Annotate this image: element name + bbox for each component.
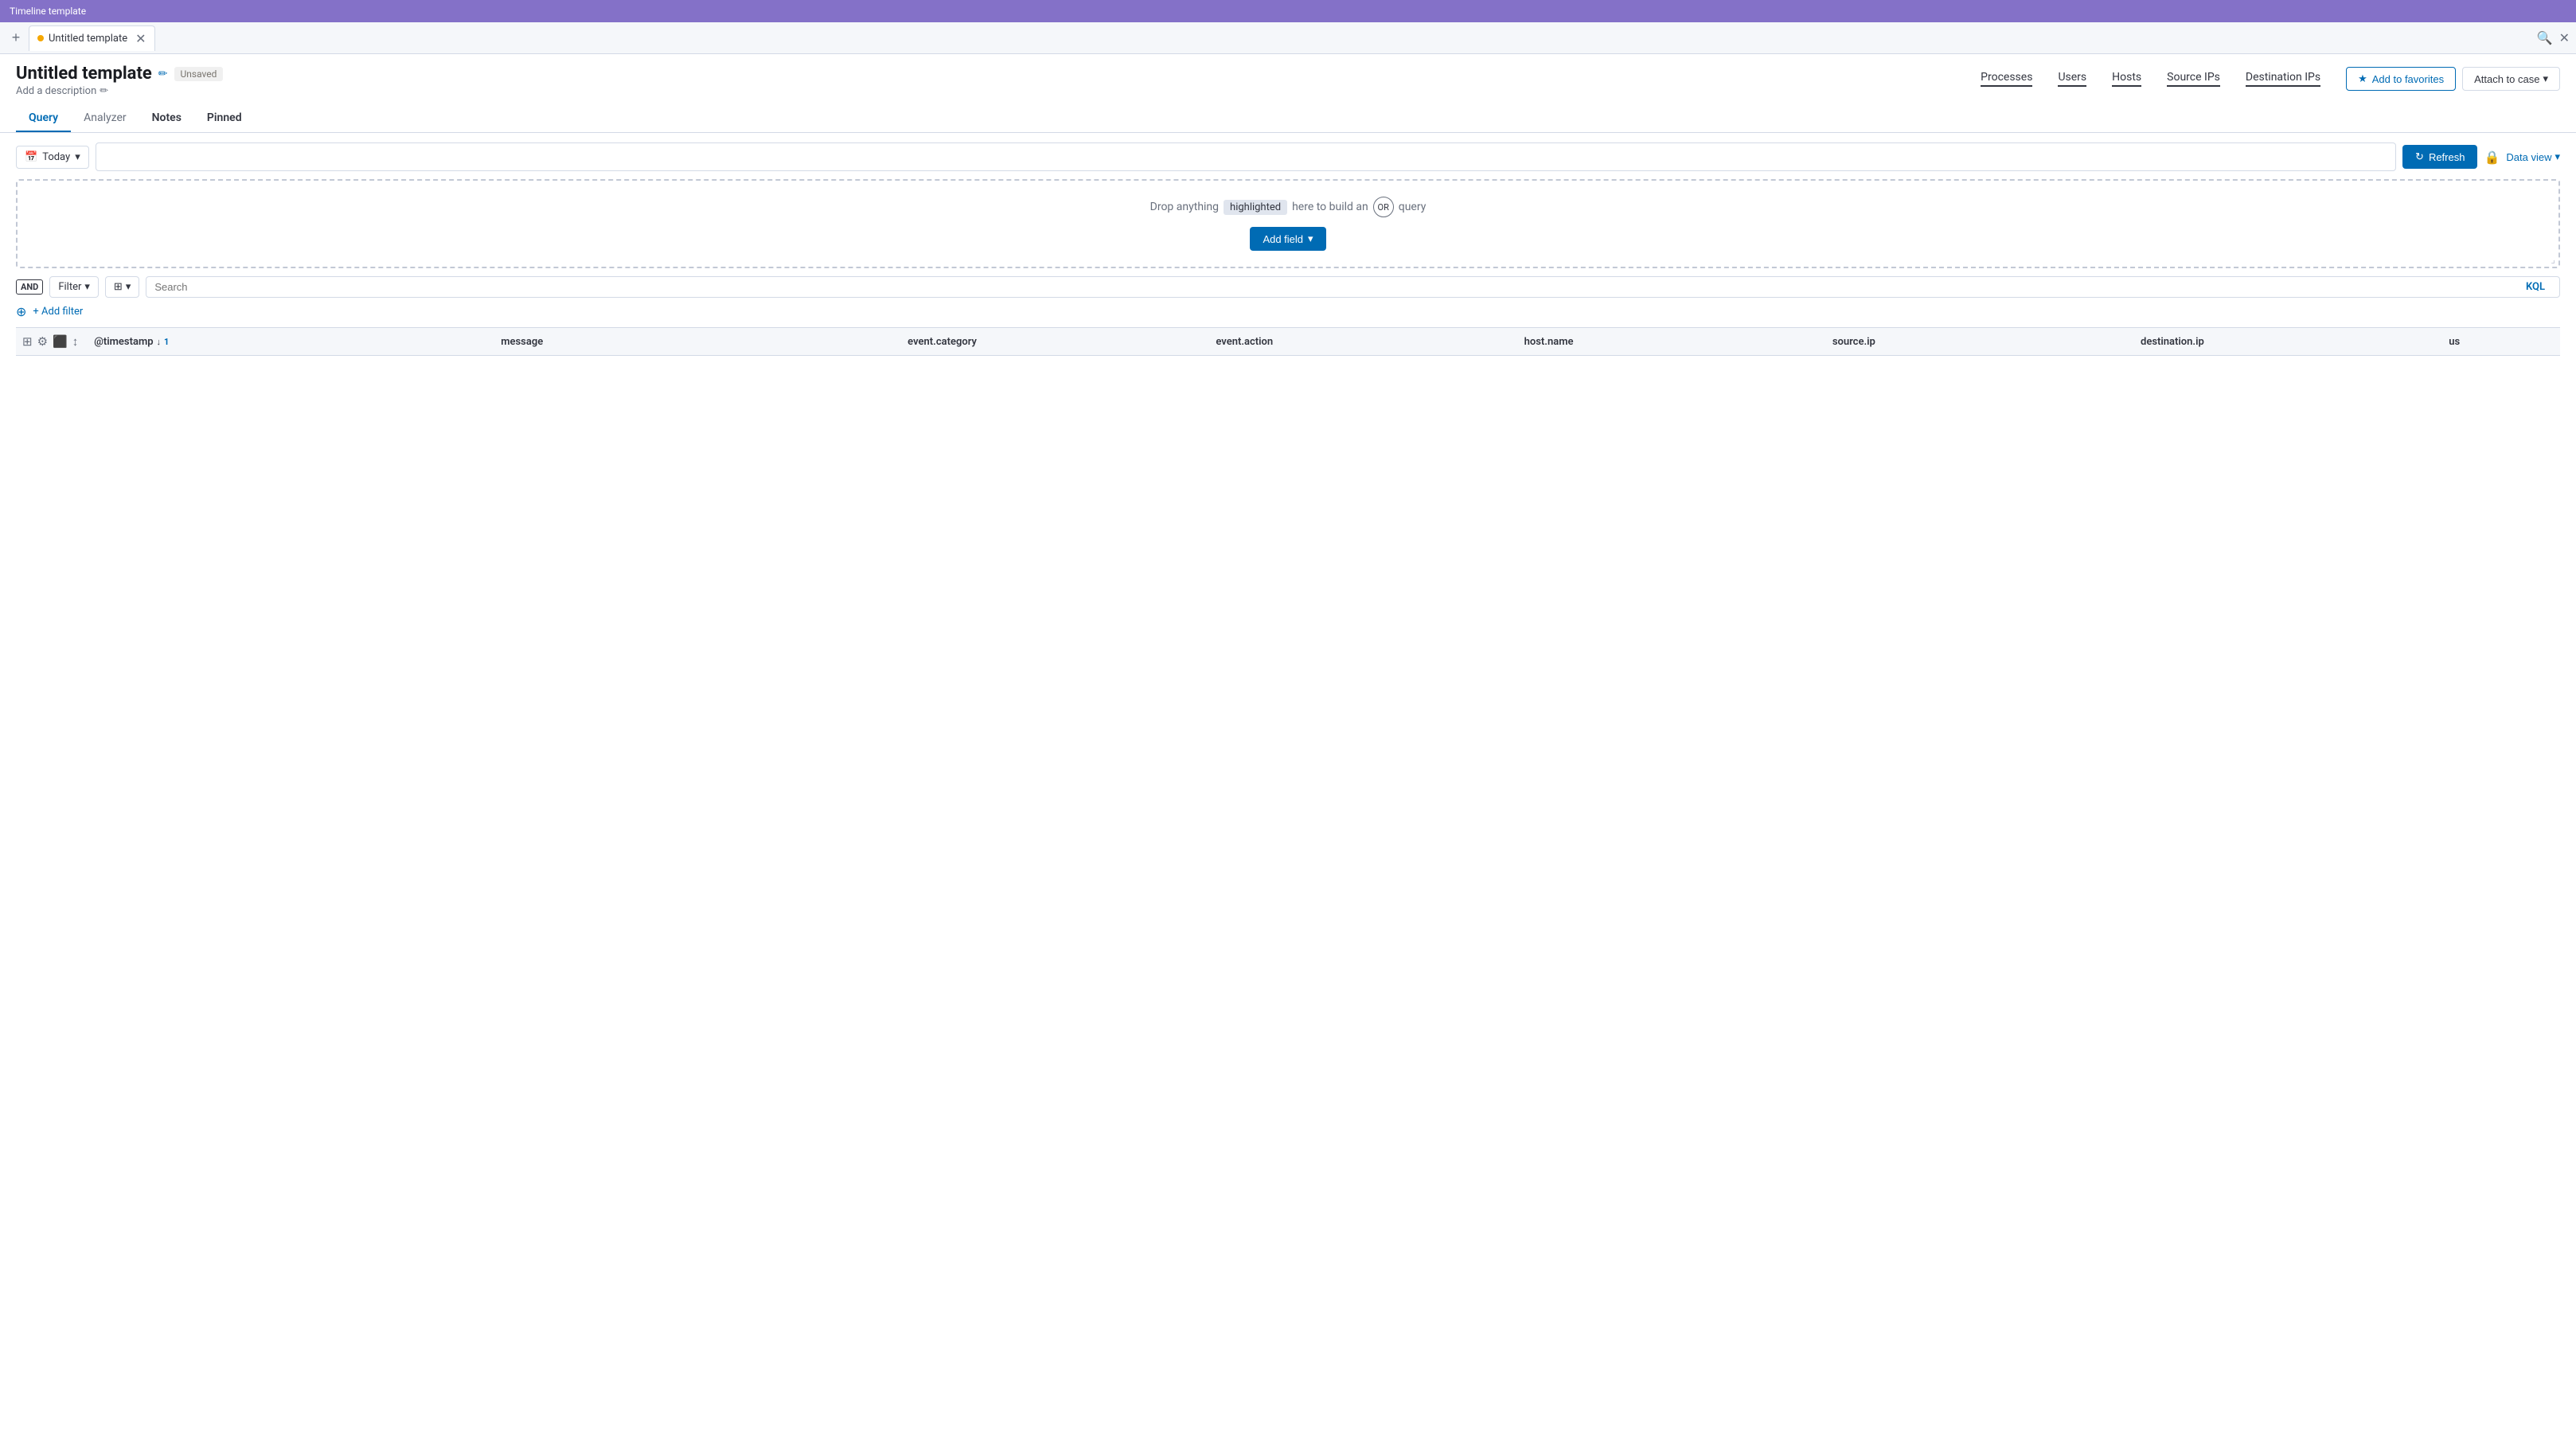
title-row: Untitled template ✏ Unsaved [16,64,223,84]
attach-to-case-button[interactable]: Attach to case ▾ [2462,67,2560,91]
star-icon: ★ [2358,72,2367,85]
data-view-button[interactable]: Data view ▾ [2506,150,2560,163]
top-bar: Timeline template [0,0,2576,22]
filter-chevron-icon: ▾ [84,281,90,293]
refresh-icon: ↻ [2415,150,2424,163]
search-fill-spacer [96,142,2396,171]
description-edit-icon: ✏ [100,85,108,97]
lock-icon[interactable]: 🔒 [2484,150,2500,165]
highlighted-chip: highlighted [1224,200,1287,215]
add-to-favorites-button[interactable]: ★ Add to favorites [2346,67,2456,91]
nav-metrics-and-actions: Processes Users Hosts Source IPs Destina… [1981,67,2560,91]
add-field-chevron-icon: ▾ [1308,232,1313,245]
add-filter-row: ⊕ + Add filter [16,304,2560,319]
timestamp-sort-icon: ↓ [157,337,162,347]
resize-handle[interactable]: ⌟ [2551,254,2555,265]
nav-metric-hosts[interactable]: Hosts [2112,71,2141,87]
date-picker-value: Today [42,151,70,163]
page-title: Untitled template [16,64,152,84]
col-header-host-name[interactable]: host.name [1518,336,1826,348]
search-input-wrap[interactable]: KQL [146,276,2560,298]
kql-button[interactable]: KQL [2519,281,2551,293]
add-tab-button[interactable]: + [6,29,25,48]
nav-metric-source-ips[interactable]: Source IPs [2167,71,2220,87]
timestamp-sort-num: 1 [164,337,169,347]
tab-actions: 🔍 ✕ [2537,30,2570,46]
table-control-grid-icon[interactable]: ⊞ [22,334,33,349]
add-field-button[interactable]: Add field ▾ [1250,227,1325,251]
header: Untitled template ✏ Unsaved Add a descri… [0,54,2576,133]
sub-tabs: Query Analyzer Notes Pinned [16,105,2560,132]
add-filter-link[interactable]: + Add filter [33,306,83,318]
tab-pinned[interactable]: Pinned [194,105,255,132]
add-description-link[interactable]: Add a description ✏ [16,85,223,97]
tab-label: Untitled template [49,33,127,45]
grid-icon-dropdown[interactable]: ⊞ ▾ [105,276,139,298]
grid-icon: ⊞ [114,281,123,293]
tab-bar: + Untitled template ✕ 🔍 ✕ [0,22,2576,54]
tab-close-icon[interactable]: ✕ [2559,30,2570,46]
nav-metric-processes[interactable]: Processes [1981,71,2032,87]
col-header-event-category[interactable]: event.category [901,336,1209,348]
search-input[interactable] [154,281,2519,293]
or-badge: OR [1373,197,1394,217]
col-header-event-action[interactable]: event.action [1209,336,1517,348]
add-filter-circle-icon: ⊕ [16,304,26,319]
date-chevron-icon: ▾ [75,151,80,163]
table-control-columns-icon[interactable]: ⬛ [53,334,68,349]
col-header-us[interactable]: us [2442,336,2554,348]
header-top: Untitled template ✏ Unsaved Add a descri… [16,64,2560,97]
data-view-chevron-icon: ▾ [2555,150,2560,163]
attach-chevron-icon: ▾ [2543,72,2548,85]
tab-close-button[interactable]: ✕ [135,31,146,46]
filter-dropdown[interactable]: Filter ▾ [49,276,99,298]
col-header-timestamp[interactable]: @timestamp ↓ 1 [88,336,494,348]
top-bar-title: Timeline template [10,6,86,17]
unsaved-badge: Unsaved [174,67,224,81]
col-header-destination-ip[interactable]: destination.ip [2134,336,2442,348]
tab-query[interactable]: Query [16,105,71,132]
tab-unsaved-dot [37,35,44,41]
tab-notes[interactable]: Notes [139,105,194,132]
table-header: ⊞ ⚙ ⬛ ↕ @timestamp ↓ 1 message event.cat… [16,327,2560,356]
tab-search-button[interactable]: 🔍 [2537,30,2553,46]
drop-zone: Drop anything highlighted here to build … [16,179,2560,268]
title-edit-icon[interactable]: ✏ [158,68,168,80]
drop-zone-text: Drop anything highlighted here to build … [1150,197,1427,217]
col-header-message[interactable]: message [494,336,901,348]
header-actions: ★ Add to favorites Attach to case ▾ [2346,67,2560,91]
table-control-sort-icon[interactable]: ↕ [72,335,79,349]
col-header-source-ip[interactable]: source.ip [1826,336,2134,348]
filter-bar: AND Filter ▾ ⊞ ▾ KQL [16,276,2560,298]
header-left: Untitled template ✏ Unsaved Add a descri… [16,64,223,97]
nav-metric-destination-ips[interactable]: Destination IPs [2246,71,2320,87]
tab-analyzer[interactable]: Analyzer [71,105,139,132]
and-badge: AND [16,279,43,295]
main-content: 📅 Today ▾ ↻ Refresh 🔒 Data view ▾ Drop a… [0,133,2576,365]
nav-metric-users[interactable]: Users [2058,71,2086,87]
table-control-settings-icon[interactable]: ⚙ [37,334,48,349]
toolbar-row: 📅 Today ▾ ↻ Refresh 🔒 Data view ▾ [16,142,2560,171]
active-tab[interactable]: Untitled template ✕ [29,25,155,51]
refresh-button[interactable]: ↻ Refresh [2402,145,2477,169]
date-picker[interactable]: 📅 Today ▾ [16,146,89,169]
calendar-icon: 📅 [25,151,37,163]
grid-chevron-icon: ▾ [126,281,131,293]
nav-metrics: Processes Users Hosts Source IPs Destina… [1981,71,2320,87]
table-controls: ⊞ ⚙ ⬛ ↕ [22,334,78,349]
